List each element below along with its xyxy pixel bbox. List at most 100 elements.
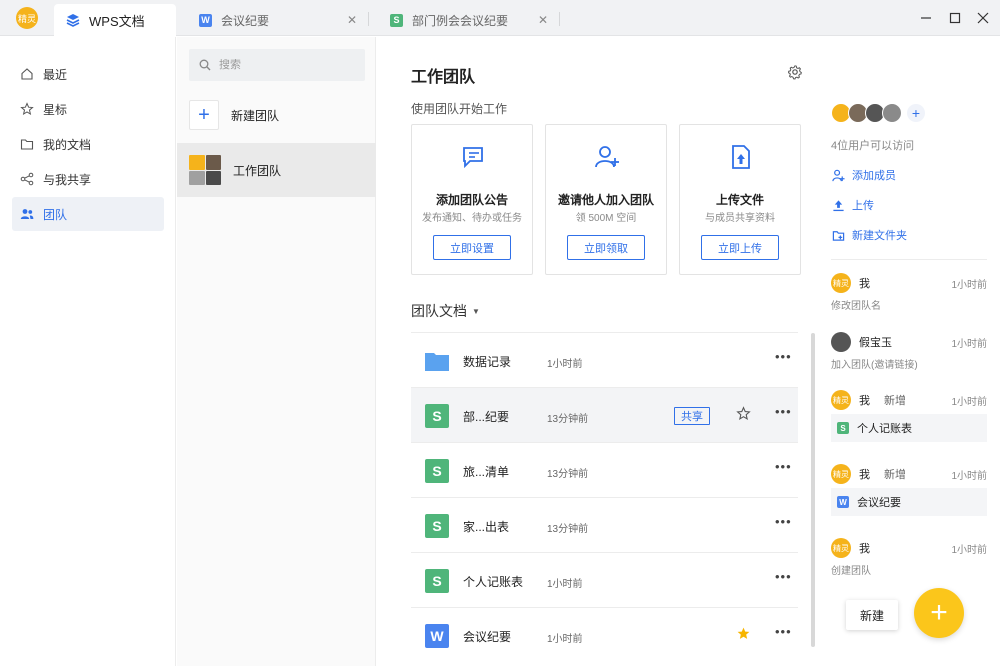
action-label: 上传 [852, 200, 874, 212]
doc-row[interactable]: S 个人记账表 1小时前 ••• [411, 552, 798, 607]
more-icon[interactable]: ••• [775, 569, 792, 584]
gear-icon[interactable] [787, 64, 803, 80]
card-desc: 与成员共享资料 [705, 213, 775, 224]
add-member-icon [831, 168, 845, 182]
nav-item-recent[interactable]: 最近 [12, 57, 164, 91]
nav-item-shared-with-me[interactable]: 与我共享 [12, 162, 164, 196]
more-icon[interactable]: ••• [775, 349, 792, 364]
doc-row[interactable]: 数据记录 1小时前 ••• [411, 332, 798, 387]
member-avatars[interactable]: + [831, 103, 925, 123]
title-bar: 精灵 WPS文档 W 会议纪要 ✕ S 部门例会会议纪要 ✕ [0, 0, 1000, 36]
close-icon[interactable]: ✕ [538, 13, 548, 27]
activity-user: 我 [859, 543, 870, 555]
maximize-button[interactable] [945, 8, 965, 28]
activity-file[interactable]: W 会议纪要 [831, 488, 987, 516]
activity-verb: 新增 [884, 469, 906, 481]
wps-writer-icon: W [199, 13, 212, 27]
card-desc: 领 500M 空间 [575, 213, 637, 224]
activity-user: 我 [859, 395, 870, 407]
new-team-label: 新建团队 [231, 108, 280, 123]
tab-label: 部门例会会议纪要 [412, 13, 509, 28]
claim-now-button[interactable]: 立即领取 [567, 235, 645, 260]
more-icon[interactable]: ••• [775, 624, 792, 639]
fab-add-button[interactable]: + [914, 588, 964, 638]
doc-row[interactable]: S 旅...清单 13分钟前 ••• [411, 442, 798, 497]
card-team-announcement: 添加团队公告 发布通知、待办或任务 立即设置 [411, 124, 533, 275]
card-title: 上传文件 [715, 193, 764, 207]
home-icon [20, 67, 34, 81]
team-item-work[interactable]: 工作团队 [177, 143, 376, 197]
new-team-button[interactable]: + 新建团队 [177, 88, 376, 142]
tab-meeting-notes[interactable]: W 会议纪要 ✕ [187, 4, 367, 36]
setup-now-button[interactable]: 立即设置 [433, 235, 511, 260]
activity-time: 1小时前 [951, 397, 987, 408]
activity-desc: 加入团队(邀请链接) [831, 360, 918, 371]
doc-time: 1小时前 [547, 634, 583, 645]
star-filled-icon[interactable] [736, 626, 751, 645]
activity-time: 1小时前 [951, 280, 987, 291]
more-icon[interactable]: ••• [775, 514, 792, 529]
doc-time: 1小时前 [547, 579, 583, 590]
card-desc: 发布通知、待办或任务 [422, 213, 522, 224]
search-input[interactable] [219, 59, 359, 71]
action-label: 添加成员 [852, 170, 896, 182]
team-docs-dropdown[interactable]: 团队文档 ▼ [411, 301, 480, 321]
tab-dept-meeting-notes[interactable]: S 部门例会会议纪要 ✕ [378, 4, 558, 36]
nav-item-team[interactable]: 团队 [12, 197, 164, 231]
star-icon [20, 102, 34, 116]
upload-icon [831, 198, 845, 212]
announcement-icon [459, 143, 487, 171]
scrollbar[interactable] [811, 333, 815, 647]
tab-label: WPS文档 [89, 13, 145, 29]
nav-label: 我的文档 [43, 137, 92, 152]
card-title: 邀请他人加入团队 [557, 193, 654, 207]
nav-item-my-docs[interactable]: 我的文档 [12, 127, 164, 161]
team-list-panel: + 新建团队 工作团队 [177, 37, 376, 666]
close-icon[interactable]: ✕ [347, 13, 357, 27]
avatar: 精灵 [831, 273, 851, 293]
new-folder-button[interactable]: 新建文件夹 [831, 227, 907, 243]
doc-name: 旅...清单 [463, 465, 510, 479]
activity-item: 精灵 我 1小时前 创建团队 [831, 538, 987, 577]
activity-time: 1小时前 [951, 545, 987, 556]
writer-file-icon: W [837, 496, 849, 508]
minimize-button[interactable] [916, 8, 936, 28]
doc-time: 13分钟前 [547, 469, 589, 480]
doc-row[interactable]: W 会议纪要 1小时前 ••• [411, 607, 798, 662]
more-icon[interactable]: ••• [775, 459, 792, 474]
doc-row[interactable]: S 家...出表 13分钟前 ••• [411, 497, 798, 552]
close-window-button[interactable] [973, 8, 993, 28]
user-avatar[interactable]: 精灵 [16, 7, 38, 29]
new-button[interactable]: 新建 [846, 600, 898, 630]
card-title: 添加团队公告 [435, 193, 508, 207]
activity-item: 假宝玉 1小时前 加入团队(邀请链接) [831, 332, 987, 371]
doc-time: 13分钟前 [547, 414, 589, 425]
nav-label: 团队 [43, 207, 68, 222]
add-member-plus-icon[interactable]: + [907, 104, 925, 122]
activity-item: 精灵 我 1小时前 修改团队名 [831, 273, 987, 312]
share-badge[interactable]: 共享 [674, 407, 710, 425]
access-count: 4位用户可以访问 [831, 140, 915, 152]
avatar: 精灵 [831, 538, 851, 558]
add-member-button[interactable]: 添加成员 [831, 167, 896, 183]
upload-now-button[interactable]: 立即上传 [701, 235, 779, 260]
doc-name: 家...出表 [463, 520, 510, 534]
divider [831, 259, 987, 260]
avatar: 精灵 [831, 390, 851, 410]
activity-file[interactable]: S 个人记账表 [831, 414, 987, 442]
team-icon [20, 207, 34, 221]
nav-item-starred[interactable]: 星标 [12, 92, 164, 126]
page-subtitle: 使用团队开始工作 [411, 102, 508, 116]
star-icon[interactable] [736, 406, 751, 425]
activity-desc: 修改团队名 [831, 301, 881, 312]
activity-time: 1小时前 [951, 339, 987, 350]
tab-wps-docs[interactable]: WPS文档 [54, 4, 176, 36]
invite-user-icon [593, 143, 621, 171]
more-icon[interactable]: ••• [775, 404, 792, 419]
activity-item: 精灵 我 新增 1小时前 W 会议纪要 [831, 464, 987, 516]
plus-icon: + [189, 100, 219, 130]
sheet-file-icon: S [425, 404, 449, 428]
doc-row[interactable]: S 部...纪要 13分钟前 共享 ••• [411, 387, 798, 442]
activity-verb: 新增 [884, 395, 906, 407]
upload-button[interactable]: 上传 [831, 197, 874, 213]
